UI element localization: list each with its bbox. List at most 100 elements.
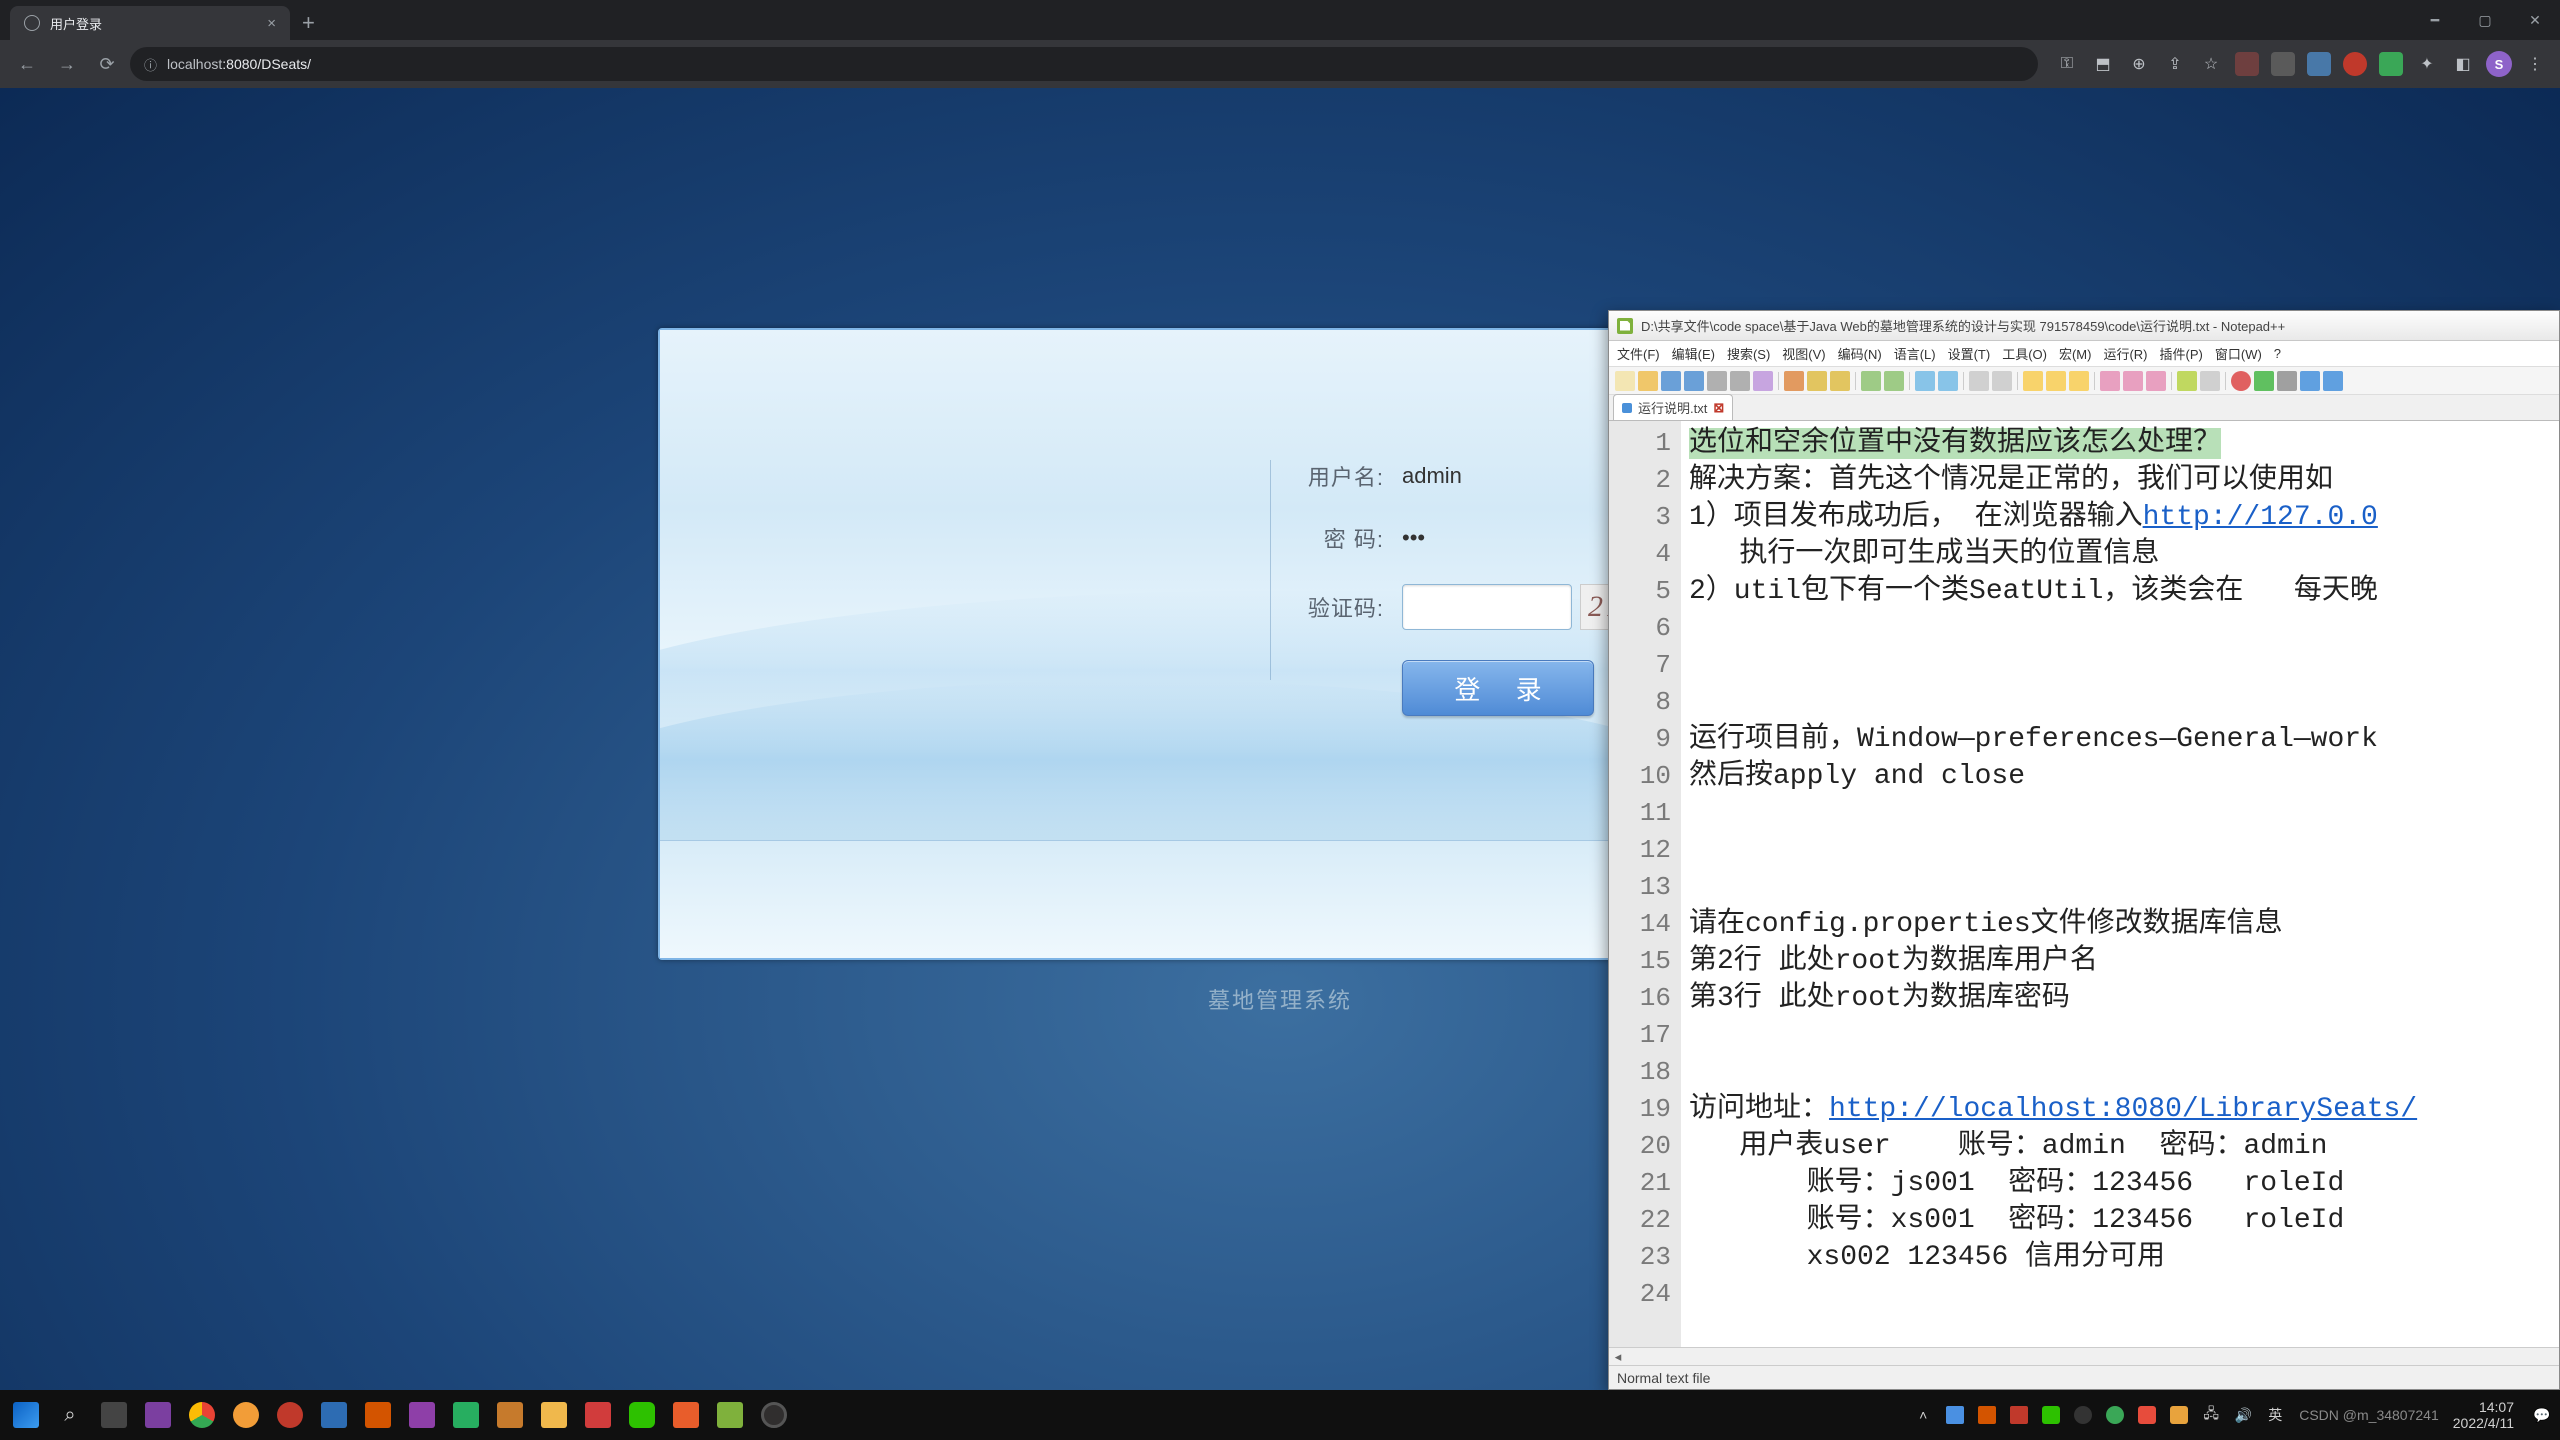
tray-app-8[interactable] [2165, 1401, 2193, 1429]
zoom-out-icon[interactable] [1992, 371, 2012, 391]
npp-menu-item[interactable]: 文件(F) [1617, 344, 1660, 363]
share-icon[interactable]: ⇪ [2160, 49, 2190, 79]
task-app-3[interactable] [224, 1393, 268, 1437]
task-app-11[interactable] [576, 1393, 620, 1437]
tray-app-2[interactable] [1973, 1401, 2001, 1429]
window-maximize-button[interactable]: ▢ [2460, 0, 2510, 40]
task-app-chrome[interactable] [180, 1393, 224, 1437]
close-file-icon[interactable] [1707, 371, 1727, 391]
unfold-icon[interactable] [2123, 371, 2143, 391]
record-macro-icon[interactable] [2231, 371, 2251, 391]
ext3-icon[interactable] [2304, 49, 2334, 79]
ext1-icon[interactable] [2232, 49, 2262, 79]
captcha-input[interactable] [1402, 584, 1572, 630]
func-list-icon[interactable] [2177, 371, 2197, 391]
tab-close-icon[interactable]: × [267, 15, 276, 32]
redo-icon[interactable] [1884, 371, 1904, 391]
stop-macro-icon[interactable] [2277, 371, 2297, 391]
tray-app-5[interactable] [2069, 1401, 2097, 1429]
start-button[interactable] [4, 1393, 48, 1437]
taskbar-clock[interactable]: 14:07 2022/4/11 [2453, 1399, 2514, 1431]
side-panel-icon[interactable]: ◧ [2448, 49, 2478, 79]
password-field[interactable]: ••• [1402, 525, 1562, 551]
chrome-menu-icon[interactable]: ⋮ [2520, 49, 2550, 79]
npp-menu-item[interactable]: 编辑(E) [1672, 344, 1715, 363]
volume-icon[interactable]: 🔊 [2229, 1401, 2257, 1429]
tray-app-4[interactable] [2037, 1401, 2065, 1429]
npp-menu-item[interactable]: 工具(O) [2002, 344, 2047, 363]
paste-icon[interactable] [1830, 371, 1850, 391]
adblock-icon[interactable] [2340, 49, 2370, 79]
npp-menu-item[interactable]: 窗口(W) [2215, 344, 2262, 363]
username-field[interactable]: admin [1402, 463, 1562, 489]
task-app-4[interactable] [268, 1393, 312, 1437]
doc-map-icon[interactable] [2200, 371, 2220, 391]
close-all-icon[interactable] [1730, 371, 1750, 391]
task-app-10[interactable] [532, 1393, 576, 1437]
notifications-icon[interactable]: 💬 [2528, 1401, 2556, 1429]
extensions-icon[interactable]: ✦ [2412, 49, 2442, 79]
ext5-icon[interactable] [2376, 49, 2406, 79]
address-bar[interactable]: ⓘ localhost:8080/DSeats/ [130, 47, 2038, 81]
task-app-6[interactable] [356, 1393, 400, 1437]
run-macro-icon[interactable] [2323, 371, 2343, 391]
network-icon[interactable]: 🖧 [2197, 1401, 2225, 1429]
search-button[interactable]: ⌕ [48, 1393, 92, 1437]
hide-lines-icon[interactable] [2146, 371, 2166, 391]
show-all-icon[interactable] [2046, 371, 2066, 391]
npp-menu-item[interactable]: 语言(L) [1894, 344, 1936, 363]
play-macro-icon[interactable] [2254, 371, 2274, 391]
task-app-npp[interactable] [708, 1393, 752, 1437]
npp-menu-item[interactable]: 宏(M) [2059, 344, 2092, 363]
replace-icon[interactable] [1938, 371, 1958, 391]
nav-reload-button[interactable]: ⟳ [90, 47, 124, 81]
ww-icon[interactable] [2023, 371, 2043, 391]
tray-expand-icon[interactable]: ˄ [1909, 1401, 1937, 1429]
copy-icon[interactable] [1807, 371, 1827, 391]
ext2-icon[interactable] [2268, 49, 2298, 79]
undo-icon[interactable] [1861, 371, 1881, 391]
task-app-8[interactable] [444, 1393, 488, 1437]
save-macro-icon[interactable] [2300, 371, 2320, 391]
nav-forward-button[interactable]: → [50, 47, 84, 81]
zoom-icon[interactable]: ⊕ [2124, 49, 2154, 79]
horizontal-scrollbar[interactable]: ◂ [1609, 1347, 2559, 1365]
new-file-icon[interactable] [1615, 371, 1635, 391]
print-icon[interactable] [1753, 371, 1773, 391]
task-app-7[interactable] [400, 1393, 444, 1437]
npp-file-tab[interactable]: 运行说明.txt ⊠ [1613, 394, 1733, 420]
task-app-5[interactable] [312, 1393, 356, 1437]
login-button[interactable]: 登 录 [1402, 660, 1594, 716]
browser-tab[interactable]: 用户登录 × [10, 6, 290, 40]
nav-back-button[interactable]: ← [10, 47, 44, 81]
tray-app-6[interactable] [2101, 1401, 2129, 1429]
window-minimize-button[interactable]: ━ [2410, 0, 2460, 40]
npp-toolbar[interactable] [1609, 367, 2559, 395]
install-icon[interactable]: ⬒ [2088, 49, 2118, 79]
scroll-left-arrow-icon[interactable]: ◂ [1609, 1349, 1627, 1365]
task-app-obs[interactable] [752, 1393, 796, 1437]
bookmark-star-icon[interactable]: ☆ [2196, 49, 2226, 79]
npp-tab-close-icon[interactable]: ⊠ [1713, 400, 1724, 416]
npp-menu-item[interactable]: 运行(R) [2103, 344, 2147, 363]
ime-icon[interactable]: 英 [2261, 1401, 2289, 1429]
npp-titlebar[interactable]: D:\共享文件\code space\基于Java Web的墓地管理系统的设计与… [1609, 311, 2559, 341]
npp-menubar[interactable]: 文件(F)编辑(E)搜索(S)视图(V)编码(N)语言(L)设置(T)工具(O)… [1609, 341, 2559, 367]
tray-app-3[interactable] [2005, 1401, 2033, 1429]
tray-app-1[interactable] [1941, 1401, 1969, 1429]
window-close-button[interactable]: ✕ [2510, 0, 2560, 40]
zoom-in-icon[interactable] [1969, 371, 1989, 391]
editor-content[interactable]: 选位和空余位置中没有数据应该怎么处理？解决方案：首先这个情况是正常的，我们可以使… [1681, 421, 2559, 1347]
profile-avatar[interactable]: S [2484, 49, 2514, 79]
npp-menu-item[interactable]: 设置(T) [1948, 344, 1991, 363]
task-app-9[interactable] [488, 1393, 532, 1437]
save-icon[interactable] [1661, 371, 1681, 391]
task-app-13[interactable] [664, 1393, 708, 1437]
save-all-icon[interactable] [1684, 371, 1704, 391]
npp-menu-item[interactable]: 插件(P) [2160, 344, 2203, 363]
task-view-button[interactable] [92, 1393, 136, 1437]
find-icon[interactable] [1915, 371, 1935, 391]
task-app-wechat[interactable] [620, 1393, 664, 1437]
notepadpp-window[interactable]: D:\共享文件\code space\基于Java Web的墓地管理系统的设计与… [1608, 310, 2560, 1390]
npp-menu-item[interactable]: ? [2274, 346, 2281, 361]
